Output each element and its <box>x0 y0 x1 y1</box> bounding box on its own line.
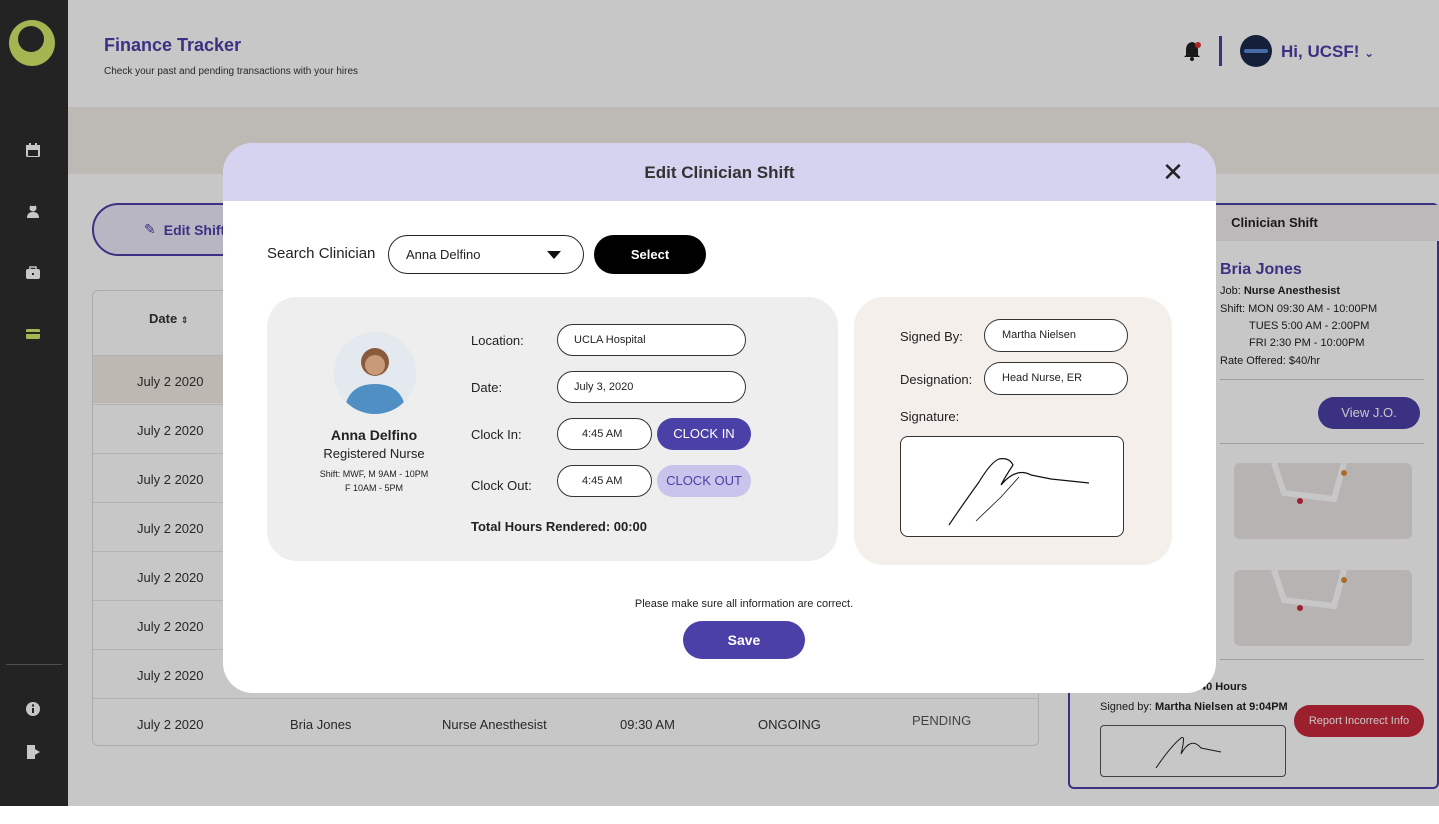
clinician-photo <box>334 332 416 414</box>
modal-title: Edit Clinician Shift <box>644 163 795 182</box>
modal-header: Edit Clinician Shift ✕ <box>223 143 1216 201</box>
search-clinician-label: Search Clinician <box>267 245 376 262</box>
clinician-role: Registered Nurse <box>323 446 425 461</box>
edit-clinician-shift-modal: Edit Clinician Shift ✕ Search Clinician … <box>223 143 1216 693</box>
clock-in-label: Clock In: <box>471 427 522 442</box>
date-label: Date: <box>471 380 503 395</box>
select-button[interactable]: Select <box>594 235 706 274</box>
confirmation-message: Please make sure all information are cor… <box>634 598 854 610</box>
clock-out-label: Clock Out: <box>471 478 532 493</box>
close-icon[interactable]: ✕ <box>1161 159 1185 185</box>
clock-out-button[interactable]: CLOCK OUT <box>657 465 751 497</box>
signature-card: Signed By: Martha Nielsen Designation: H… <box>854 297 1172 565</box>
caret-down-icon <box>547 251 561 259</box>
clinician-details-card: Anna Delfino Registered Nurse Shift: MWF… <box>267 297 838 561</box>
signed-by-label: Signed By: <box>900 329 963 344</box>
clinician-select[interactable]: Anna Delfino <box>388 235 584 274</box>
total-hours: Total Hours Rendered: 00:00 <box>471 519 648 534</box>
date-field[interactable]: July 3, 2020 <box>557 371 746 403</box>
location-label: Location: <box>471 333 524 348</box>
clock-in-button[interactable]: CLOCK IN <box>657 418 751 450</box>
signature-pad[interactable] <box>900 436 1124 537</box>
save-button[interactable]: Save <box>683 621 805 659</box>
designation-field[interactable]: Head Nurse, ER <box>984 362 1128 395</box>
signature-label: Signature: <box>900 409 960 424</box>
clock-out-field[interactable]: 4:45 AM <box>557 465 652 497</box>
signed-by-field[interactable]: Martha Nielsen <box>984 319 1128 352</box>
clinician-name: Anna Delfino <box>330 427 418 443</box>
designation-label: Designation: <box>900 372 973 387</box>
clinician-shift: Shift: MWF, M 9AM - 10PM F 10AM - 5PM <box>319 469 429 493</box>
clock-in-field[interactable]: 4:45 AM <box>557 418 652 450</box>
location-field[interactable]: UCLA Hospital <box>557 324 746 356</box>
